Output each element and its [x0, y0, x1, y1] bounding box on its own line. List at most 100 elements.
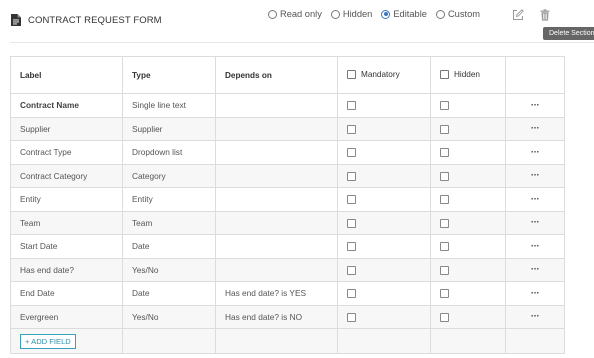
- mandatory-checkbox[interactable]: [347, 171, 356, 181]
- row-type: Supplier: [122, 116, 216, 141]
- row-mandatory-cell: [337, 187, 431, 212]
- radio-editable-circle[interactable]: [381, 9, 391, 19]
- row-depends-on: [215, 163, 338, 188]
- radio-read-only[interactable]: Read only: [268, 9, 322, 19]
- row-mandatory-cell: [337, 116, 431, 141]
- row-label: Has end date?: [10, 257, 123, 282]
- hidden-checkbox[interactable]: [440, 242, 449, 252]
- more-options-button[interactable]: ···: [505, 140, 565, 165]
- mandatory-checkbox[interactable]: [347, 101, 356, 111]
- more-options-button[interactable]: ···: [505, 304, 565, 329]
- row-label: End Date: [10, 281, 123, 306]
- more-options-button[interactable]: ···: [505, 281, 565, 306]
- radio-read-only-label: Read only: [280, 9, 322, 19]
- hidden-checkbox[interactable]: [440, 265, 449, 275]
- add-field-cell: + ADD FIELD: [10, 328, 123, 354]
- table-row: Contract Name Single line text ···: [10, 93, 565, 118]
- row-mandatory-cell: [337, 93, 431, 118]
- column-header-label: Label: [10, 56, 123, 94]
- radio-editable[interactable]: Editable: [381, 9, 427, 19]
- row-mandatory-cell: [337, 257, 431, 282]
- section-title: CONTRACT REQUEST FORM: [28, 15, 162, 26]
- mandatory-header-label: Mandatory: [361, 70, 400, 80]
- row-depends-on: [215, 116, 338, 141]
- radio-read-only-circle[interactable]: [268, 9, 277, 19]
- hidden-checkbox[interactable]: [440, 124, 449, 134]
- visibility-radio-group: Read only Hidden Editable Custom: [268, 9, 489, 19]
- row-label: Contract Type: [10, 140, 123, 165]
- row-label: Evergreen: [10, 304, 123, 329]
- column-header-mandatory: Mandatory: [337, 56, 431, 94]
- hidden-checkbox[interactable]: [440, 171, 449, 181]
- table-header-row: Label Type Depends on Mandatory Hidden: [10, 56, 565, 94]
- hidden-checkbox[interactable]: [440, 218, 449, 228]
- row-hidden-cell: [430, 187, 506, 212]
- table-row: Contract Type Dropdown list ···: [10, 140, 565, 165]
- hidden-checkbox[interactable]: [440, 101, 449, 111]
- mandatory-checkbox[interactable]: [347, 265, 356, 275]
- mandatory-checkbox[interactable]: [347, 148, 356, 158]
- row-label: Contract Category: [10, 163, 123, 188]
- row-hidden-cell: [430, 234, 506, 259]
- row-type: Date: [122, 234, 216, 259]
- row-hidden-cell: [430, 304, 506, 329]
- mandatory-checkbox[interactable]: [347, 312, 356, 322]
- row-mandatory-cell: [337, 210, 431, 235]
- row-mandatory-cell: [337, 234, 431, 259]
- more-options-button[interactable]: ···: [505, 93, 565, 118]
- row-depends-on: [215, 210, 338, 235]
- more-options-button[interactable]: ···: [505, 116, 565, 141]
- row-type: Team: [122, 210, 216, 235]
- row-mandatory-cell: [337, 281, 431, 306]
- row-depends-on: [215, 140, 338, 165]
- more-options-button[interactable]: ···: [505, 163, 565, 188]
- hidden-checkbox[interactable]: [440, 289, 449, 299]
- radio-editable-label: Editable: [393, 9, 427, 19]
- row-hidden-cell: [430, 210, 506, 235]
- edit-icon[interactable]: [512, 9, 524, 21]
- row-type: Dropdown list: [122, 140, 216, 165]
- hidden-checkbox[interactable]: [440, 195, 449, 205]
- delete-section-tooltip: Delete Section: [543, 27, 594, 40]
- radio-custom-label: Custom: [447, 9, 480, 19]
- radio-custom-circle[interactable]: [435, 9, 445, 19]
- table-row: End Date Date Has end date? is YES ···: [10, 281, 565, 306]
- row-hidden-cell: [430, 257, 506, 282]
- row-type: Yes/No: [122, 304, 216, 329]
- row-mandatory-cell: [337, 163, 431, 188]
- trash-icon[interactable]: [540, 9, 550, 21]
- row-depends-on: Has end date? is YES: [215, 281, 338, 306]
- row-type: Yes/No: [122, 257, 216, 282]
- radio-custom[interactable]: Custom: [435, 9, 480, 19]
- row-hidden-cell: [430, 116, 506, 141]
- footer-empty-cell: [215, 328, 338, 354]
- mandatory-checkbox[interactable]: [347, 242, 356, 252]
- hidden-checkbox[interactable]: [440, 312, 449, 322]
- table-row: Contract Category Category ···: [10, 163, 565, 188]
- column-header-actions: [505, 56, 565, 94]
- hidden-checkbox[interactable]: [440, 148, 449, 158]
- row-hidden-cell: [430, 140, 506, 165]
- mandatory-checkbox[interactable]: [347, 289, 356, 299]
- radio-hidden[interactable]: Hidden: [330, 9, 372, 19]
- column-header-hidden: Hidden: [430, 56, 506, 94]
- more-options-button[interactable]: ···: [505, 187, 565, 212]
- hidden-select-all-checkbox[interactable]: [440, 69, 449, 79]
- add-field-button[interactable]: + ADD FIELD: [20, 333, 76, 349]
- table-row: Supplier Supplier ···: [10, 116, 565, 141]
- radio-hidden-circle[interactable]: [330, 9, 340, 19]
- more-options-button[interactable]: ···: [505, 257, 565, 282]
- row-label: Contract Name: [10, 93, 123, 118]
- footer-empty-cell: [122, 328, 216, 354]
- row-hidden-cell: [430, 93, 506, 118]
- mandatory-checkbox[interactable]: [347, 124, 356, 134]
- mandatory-checkbox[interactable]: [347, 195, 356, 205]
- row-type: Single line text: [122, 93, 216, 118]
- more-options-button[interactable]: ···: [505, 234, 565, 259]
- mandatory-select-all-checkbox[interactable]: [347, 69, 356, 79]
- mandatory-checkbox[interactable]: [347, 218, 356, 228]
- column-header-depends-on: Depends on: [215, 56, 338, 94]
- more-options-button[interactable]: ···: [505, 210, 565, 235]
- table-row: Has end date? Yes/No ···: [10, 257, 565, 282]
- header-divider: [10, 42, 594, 43]
